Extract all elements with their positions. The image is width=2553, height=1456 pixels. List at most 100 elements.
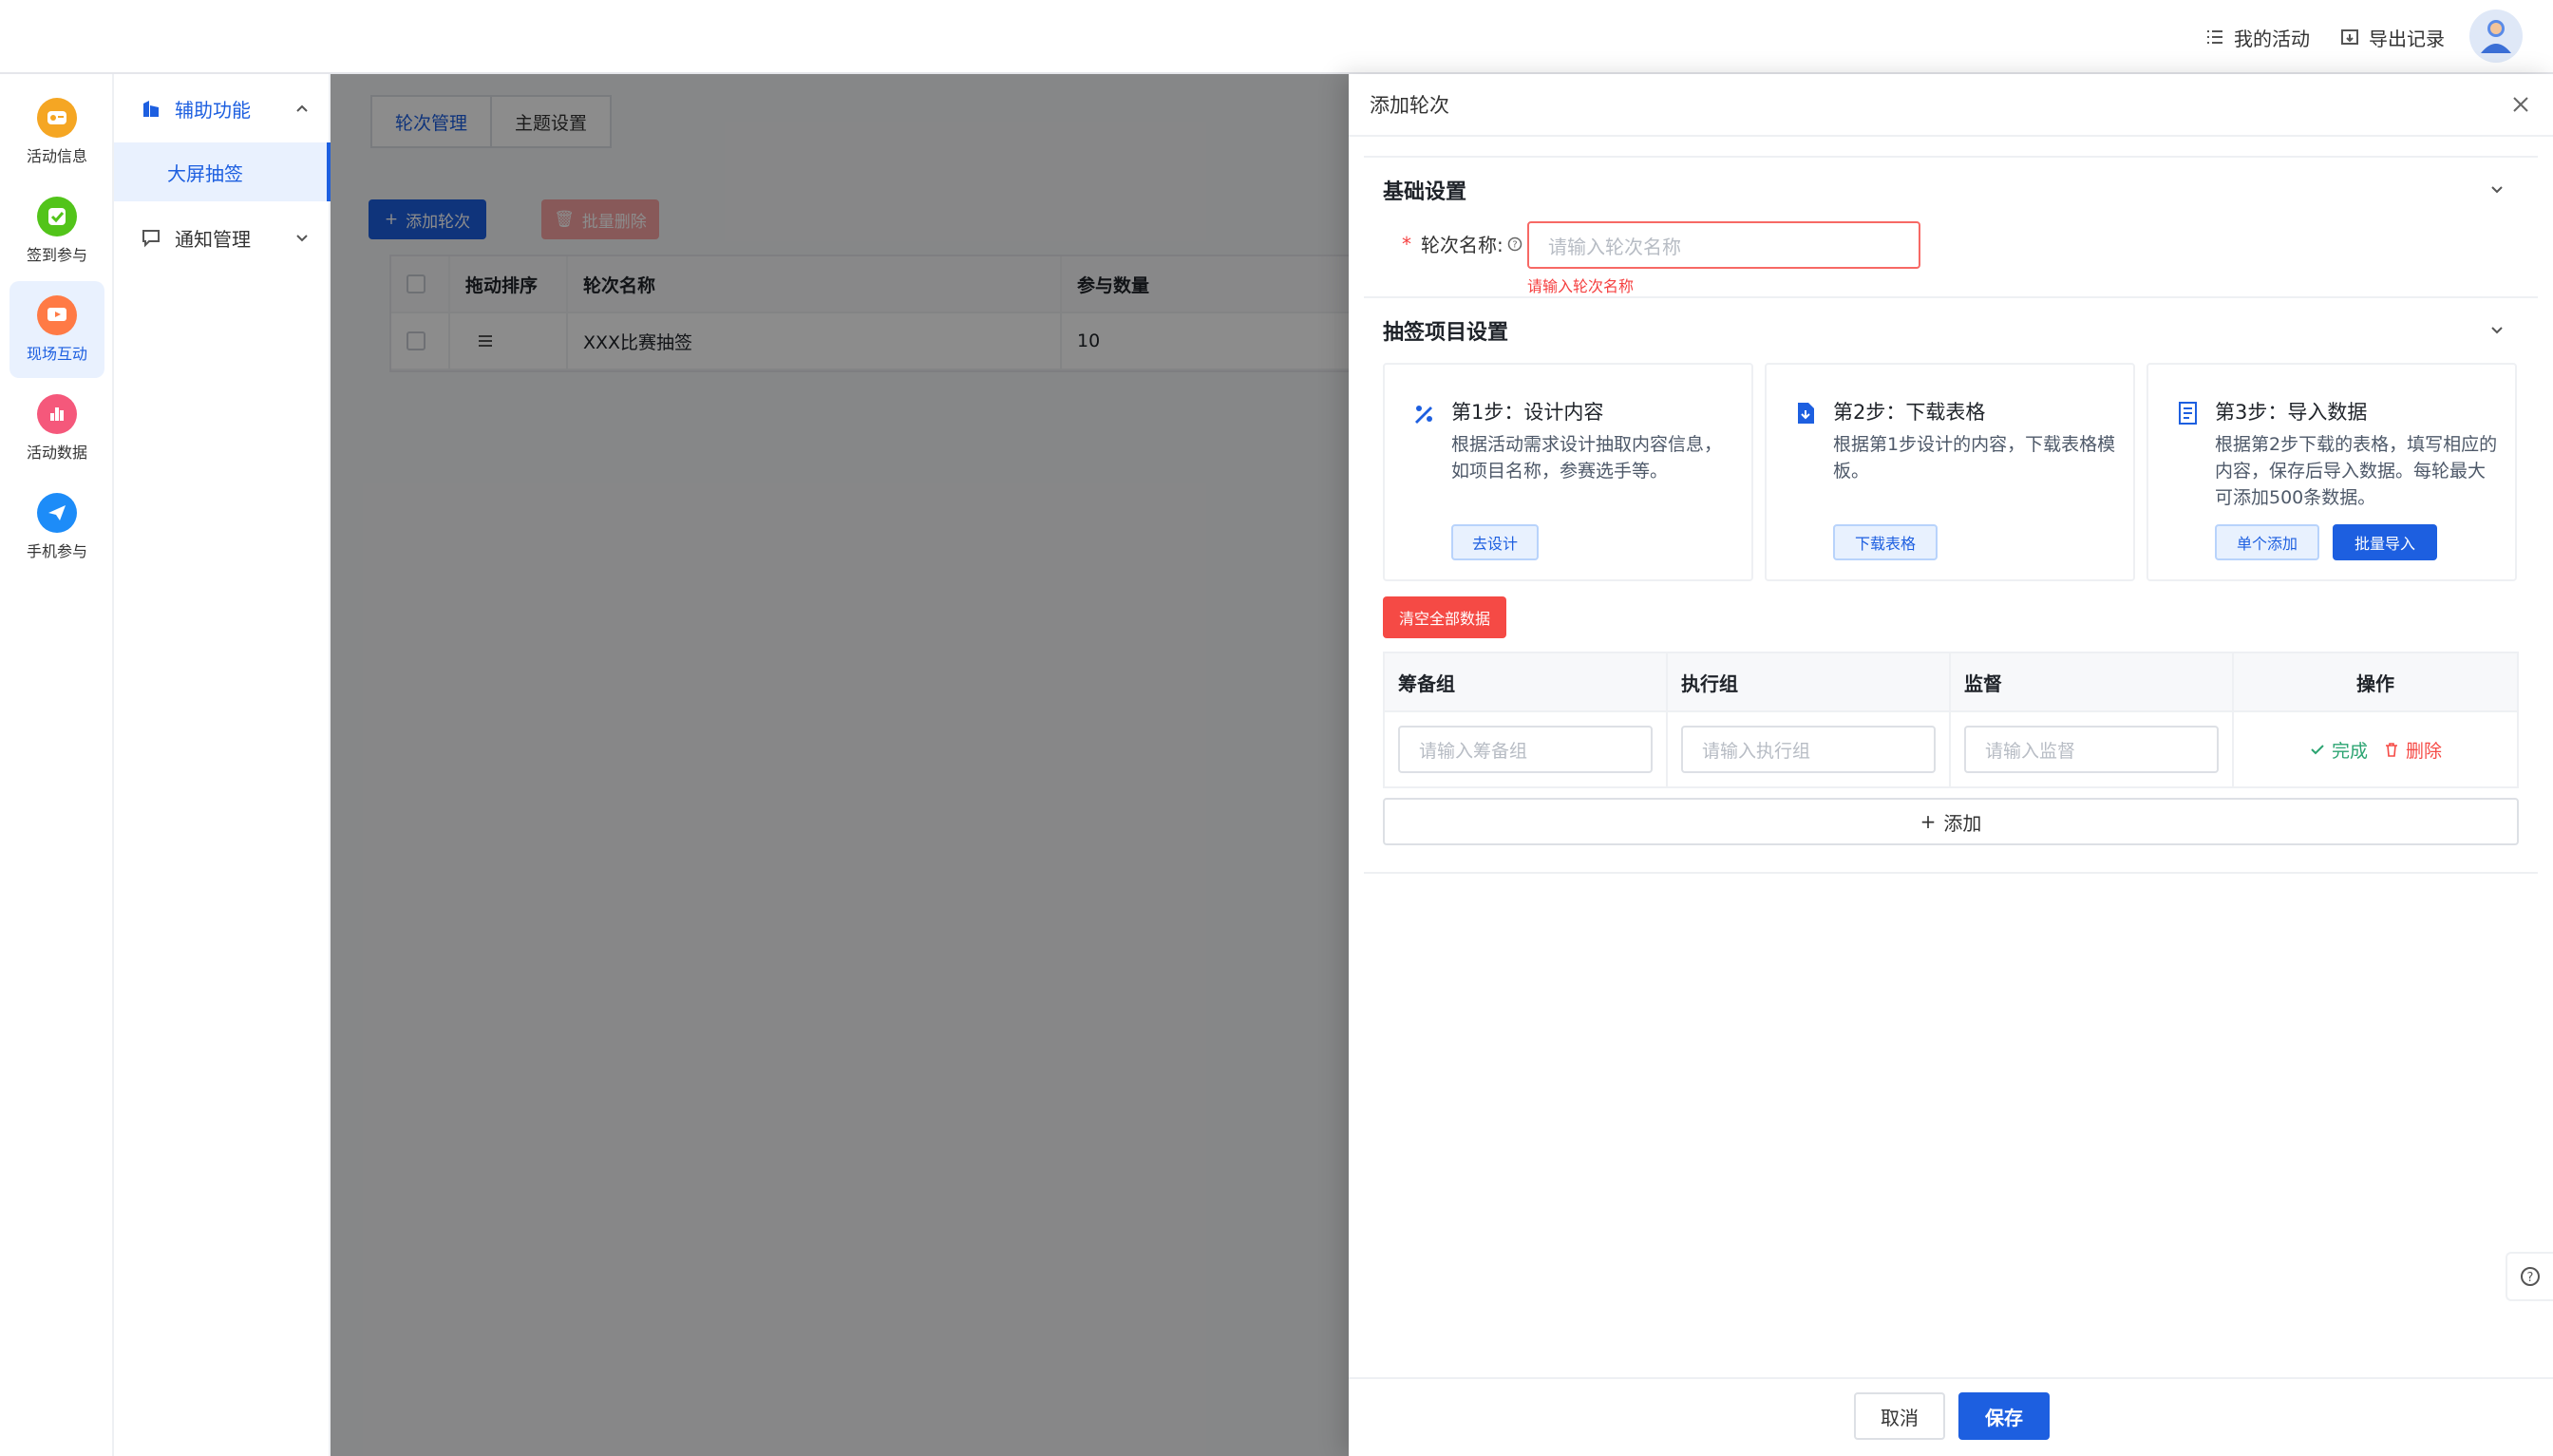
- plus-icon: +: [1919, 810, 1937, 833]
- rail-item-checkin[interactable]: 签到参与: [9, 182, 104, 279]
- menu-group-label: 辅助功能: [175, 98, 251, 122]
- download-table-button[interactable]: 下载表格: [1833, 524, 1938, 560]
- menu-group-label: 通知管理: [175, 227, 251, 251]
- menu-group-notify[interactable]: 通知管理: [114, 209, 331, 266]
- floating-help-button[interactable]: ?: [2506, 1252, 2553, 1301]
- mobile-icon: [37, 493, 77, 533]
- round-name-label-text: 轮次名称:: [1421, 234, 1503, 256]
- rail-label: 签到参与: [26, 246, 87, 264]
- checkin-icon: [37, 197, 77, 236]
- exec-group-input[interactable]: 请输入执行组: [1681, 726, 1936, 773]
- divider: [1364, 296, 2538, 298]
- svg-text:?: ?: [1512, 239, 1517, 250]
- interaction-icon: [37, 295, 77, 335]
- message-icon: [142, 230, 160, 248]
- round-name-error: 请输入轮次名称: [1527, 277, 1635, 295]
- delete-label: 删除: [2406, 740, 2443, 762]
- rail-item-activity-info[interactable]: 活动信息: [9, 84, 104, 180]
- chevron-down-icon: [296, 235, 308, 242]
- my-activity-link[interactable]: 我的活动: [2205, 21, 2310, 53]
- prep-group-cell: 请输入筹备组: [1385, 712, 1668, 786]
- data-icon: [37, 394, 77, 434]
- column-header: 操作: [2234, 653, 2517, 712]
- step-card-import: 第3步：导入数据 根据第2步下载的表格，填写相应的内容，保存后导入数据。每轮最大…: [2146, 363, 2517, 581]
- export-records-link[interactable]: 导出记录: [2340, 21, 2445, 53]
- supervise-input[interactable]: 请输入监督: [1964, 726, 2219, 773]
- secondary-menu: 辅助功能 大屏抽签 通知管理: [114, 74, 331, 1456]
- help-icon[interactable]: ?: [1507, 236, 1522, 252]
- exec-group-cell: 请输入执行组: [1668, 712, 1951, 786]
- divider: [1364, 872, 2538, 874]
- actions-cell: 完成 删除: [2234, 712, 2517, 786]
- export-icon: [2341, 29, 2358, 45]
- drawer-footer: 取消 保存: [1349, 1377, 2553, 1456]
- cancel-button[interactable]: 取消: [1854, 1392, 1945, 1440]
- batch-import-button[interactable]: 批量导入: [2333, 524, 2437, 560]
- step-card-download: 第2步：下载表格 根据第1步设计的内容，下载表格模板。 下载表格: [1765, 363, 2135, 581]
- step-title: 第2步：下载表格: [1833, 401, 1986, 424]
- building-icon: [143, 101, 159, 117]
- column-header: 筹备组: [1385, 653, 1668, 712]
- divider: [1364, 156, 2538, 158]
- supervise-cell: 请输入监督: [1951, 712, 2234, 786]
- my-activity-label: 我的活动: [2234, 27, 2310, 50]
- menu-item-label: 大屏抽签: [167, 161, 243, 185]
- step-desc: 根据活动需求设计抽取内容信息，如项目名称，参赛选手等。: [1451, 434, 1723, 482]
- add-row-button[interactable]: + 添加: [1383, 798, 2519, 845]
- top-bar: 我的活动 导出记录: [0, 0, 2553, 74]
- draw-settings-title: 抽签项目设置: [1383, 321, 1509, 345]
- trash-icon: [2386, 743, 2397, 757]
- basic-settings-title: 基础设置: [1383, 180, 1467, 204]
- clear-all-data-button[interactable]: 清空全部数据: [1383, 596, 1506, 638]
- menu-group-aux[interactable]: 辅助功能: [114, 80, 331, 137]
- add-round-drawer: 添加轮次 基础设置 * 轮次名称: ? 请输入轮次名称 请输入轮次名称 抽签项目…: [1349, 74, 2553, 1456]
- rail-label: 手机参与: [26, 542, 87, 560]
- svg-text:?: ?: [2527, 1271, 2534, 1285]
- avatar[interactable]: [2469, 9, 2523, 63]
- column-header: 监督: [1951, 653, 2234, 712]
- document-icon: [2179, 402, 2197, 425]
- done-label: 完成: [2331, 740, 2368, 762]
- chevron-down-icon[interactable]: [2488, 321, 2506, 338]
- rail-label: 活动信息: [26, 147, 87, 165]
- save-button[interactable]: 保存: [1958, 1392, 2050, 1440]
- step-desc: 根据第1步设计的内容，下载表格模板。: [1833, 434, 2116, 482]
- rail-label: 现场互动: [26, 345, 87, 363]
- round-name-label: * 轮次名称: ?: [1402, 230, 1522, 257]
- step-card-design: 第1步：设计内容 根据活动需求设计抽取内容信息，如项目名称，参赛选手等。 去设计: [1383, 363, 1753, 581]
- main-nav-rail: 活动信息 签到参与 现场互动 活动数据 手机参与: [0, 74, 114, 1456]
- go-design-button[interactable]: 去设计: [1451, 524, 1539, 560]
- user-icon: [2481, 20, 2511, 53]
- placeholder: 请输入筹备组: [1419, 740, 1528, 762]
- table-header-row: 筹备组 执行组 监督 操作: [1385, 653, 2517, 712]
- placeholder: 请输入监督: [1985, 740, 2076, 762]
- drawer-title: 添加轮次: [1370, 94, 1449, 117]
- rail-item-interaction[interactable]: 现场互动: [9, 281, 104, 378]
- placeholder: 请输入执行组: [1702, 740, 1811, 762]
- step-desc: 根据第2步下载的表格，填写相应的内容，保存后导入数据。每轮最大可添加500条数据…: [2215, 434, 2498, 508]
- delete-button[interactable]: 删除: [2383, 737, 2442, 763]
- step-title: 第1步：设计内容: [1451, 401, 1604, 424]
- help-icon: ?: [2521, 1267, 2540, 1286]
- prep-group-input[interactable]: 请输入筹备组: [1398, 726, 1653, 773]
- round-name-input[interactable]: 请输入轮次名称: [1527, 221, 1920, 269]
- close-icon[interactable]: [2509, 93, 2532, 116]
- rail-label: 活动数据: [26, 444, 87, 462]
- export-records-label: 导出记录: [2369, 27, 2445, 50]
- list-icon: [2207, 30, 2222, 44]
- round-name-placeholder: 请输入轮次名称: [1548, 235, 1681, 258]
- rail-item-data[interactable]: 活动数据: [9, 380, 104, 477]
- chevron-up-icon: [296, 104, 308, 112]
- done-button[interactable]: 完成: [2309, 737, 2368, 763]
- activity-info-icon: [37, 98, 77, 138]
- check-icon: [2311, 745, 2324, 755]
- design-tools-icon: [1415, 406, 1432, 424]
- drawer-header: 添加轮次: [1349, 74, 2553, 137]
- step-title: 第3步：导入数据: [2215, 401, 2368, 424]
- rail-item-mobile[interactable]: 手机参与: [9, 479, 104, 576]
- single-add-button[interactable]: 单个添加: [2215, 524, 2319, 560]
- chevron-down-icon[interactable]: [2488, 180, 2506, 198]
- menu-item-big-screen-draw[interactable]: 大屏抽签: [114, 142, 331, 201]
- download-file-icon: [1798, 403, 1814, 424]
- draw-data-table: 筹备组 执行组 监督 操作 请输入筹备组 请输入执行组 请输入监督 完成 删除: [1383, 652, 2519, 788]
